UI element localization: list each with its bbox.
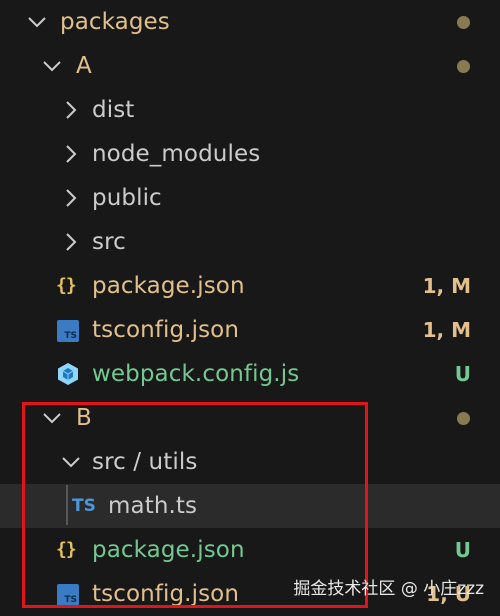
file-label: webpack.config.js [92,361,300,387]
git-status-badge: 1, M [422,274,471,298]
indent-guide [66,485,68,525]
watermark: 掘金技术社区 @ 小庄zzz [293,579,484,599]
folder-label: A [76,53,92,79]
chevron-right-icon [60,231,82,253]
webpack-cube-icon [56,362,80,385]
file-math-ts[interactable]: TS math.ts [0,484,500,528]
json-braces-icon: {} [56,539,77,560]
chevron-right-icon [60,187,82,209]
folder-label: src [92,229,126,255]
git-status-badge: 1, M [422,318,471,342]
chevron-down-icon [41,407,63,429]
folder-a[interactable]: A [0,44,500,88]
typescript-icon: TS [72,496,96,516]
folder-public[interactable]: public [0,176,500,220]
folder-label: src / utils [92,449,198,475]
folder-src-utils[interactable]: src / utils [0,440,500,484]
folder-node-modules[interactable]: node_modules [0,132,500,176]
file-label: tsconfig.json [92,581,240,607]
git-status-badge: U [454,362,471,386]
file-label: math.ts [108,493,198,519]
file-tsconfig-json-a[interactable]: TS tsconfig.json 1, M [0,308,500,352]
json-braces-icon: {} [56,275,77,296]
folder-label: B [76,405,92,431]
folder-label: packages [60,9,170,35]
file-explorer-tree: packages A dist node_modules public src … [0,0,500,614]
file-label: tsconfig.json [92,317,240,343]
modified-dot-indicator [457,60,470,73]
chevron-down-icon [41,55,63,77]
folder-dist[interactable]: dist [0,88,500,132]
file-webpack-config-js[interactable]: webpack.config.js U [0,352,500,396]
git-status-badge: U [454,538,471,562]
folder-label: node_modules [92,141,261,167]
folder-src[interactable]: src [0,220,500,264]
folder-label: dist [92,97,135,123]
folder-packages[interactable]: packages [0,0,500,44]
folder-label: public [92,185,162,211]
file-package-json-b[interactable]: {} package.json U [0,528,500,572]
file-package-json-a[interactable]: {} package.json 1, M [0,264,500,308]
chevron-right-icon [60,143,82,165]
file-label: package.json [92,537,245,563]
file-label: package.json [92,273,245,299]
modified-dot-indicator [457,16,470,29]
typescript-config-icon: TS [57,320,79,342]
chevron-down-icon [60,451,82,473]
chevron-right-icon [60,99,82,121]
modified-dot-indicator [457,412,470,425]
folder-b[interactable]: B [0,396,500,440]
chevron-down-icon [26,11,48,33]
typescript-config-icon: TS [57,584,79,606]
